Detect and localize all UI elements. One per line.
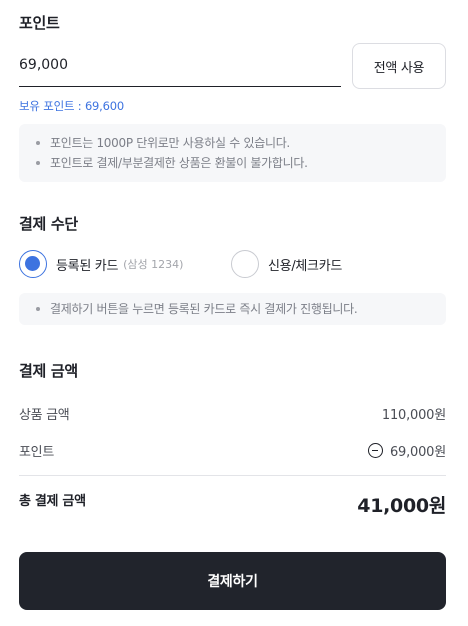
product-amount-value: 110,000원	[381, 408, 446, 423]
radio-unchecked-icon[interactable]	[231, 250, 259, 278]
notice-item: 포인트는 1000P 단위로만 사용하실 수 있습니다.	[33, 133, 432, 153]
notice-item: 포인트로 결제/부분결제한 상품은 환불이 불가합니다.	[33, 153, 432, 173]
points-section-title: 포인트	[19, 14, 60, 32]
payment-amount-title: 결제 금액	[19, 362, 78, 380]
radio-label: 신용/체크카드	[268, 258, 343, 274]
total-amount-label: 총 결제 금액	[19, 494, 86, 509]
payment-method-title: 결제 수단	[19, 215, 78, 233]
card-number-hint: (삼성 1234)	[123, 258, 184, 271]
radio-credit-check-card[interactable]: 신용/체크카드	[231, 250, 342, 278]
point-discount-label: 포인트	[19, 445, 54, 460]
notice-item: 결제하기 버튼을 누르면 등록된 카드로 즉시 결제가 진행됩니다.	[33, 299, 432, 319]
point-input[interactable]	[19, 51, 319, 79]
use-all-points-button[interactable]: 전액 사용	[352, 43, 446, 89]
total-amount-value: 41,000원	[357, 495, 446, 517]
owned-points-label: 보유 포인트 : 69,600	[19, 99, 124, 113]
payment-method-notice: 결제하기 버튼을 누르면 등록된 카드로 즉시 결제가 진행됩니다.	[19, 293, 446, 325]
point-discount-value: 69,000원	[389, 445, 446, 460]
radio-label: 등록된 카드	[56, 258, 119, 274]
product-amount-label: 상품 금액	[19, 408, 70, 423]
point-input-wrapper	[19, 45, 341, 87]
divider	[19, 475, 446, 476]
point-discount-row: 69,000원	[367, 441, 446, 460]
radio-registered-card[interactable]: 등록된 카드 (삼성 1234)	[19, 250, 183, 278]
pay-button[interactable]: 결제하기	[19, 552, 446, 610]
radio-checked-icon[interactable]	[19, 250, 47, 278]
minus-circle-icon	[367, 443, 383, 458]
points-notice: 포인트는 1000P 단위로만 사용하실 수 있습니다. 포인트로 결제/부분결…	[19, 124, 446, 182]
